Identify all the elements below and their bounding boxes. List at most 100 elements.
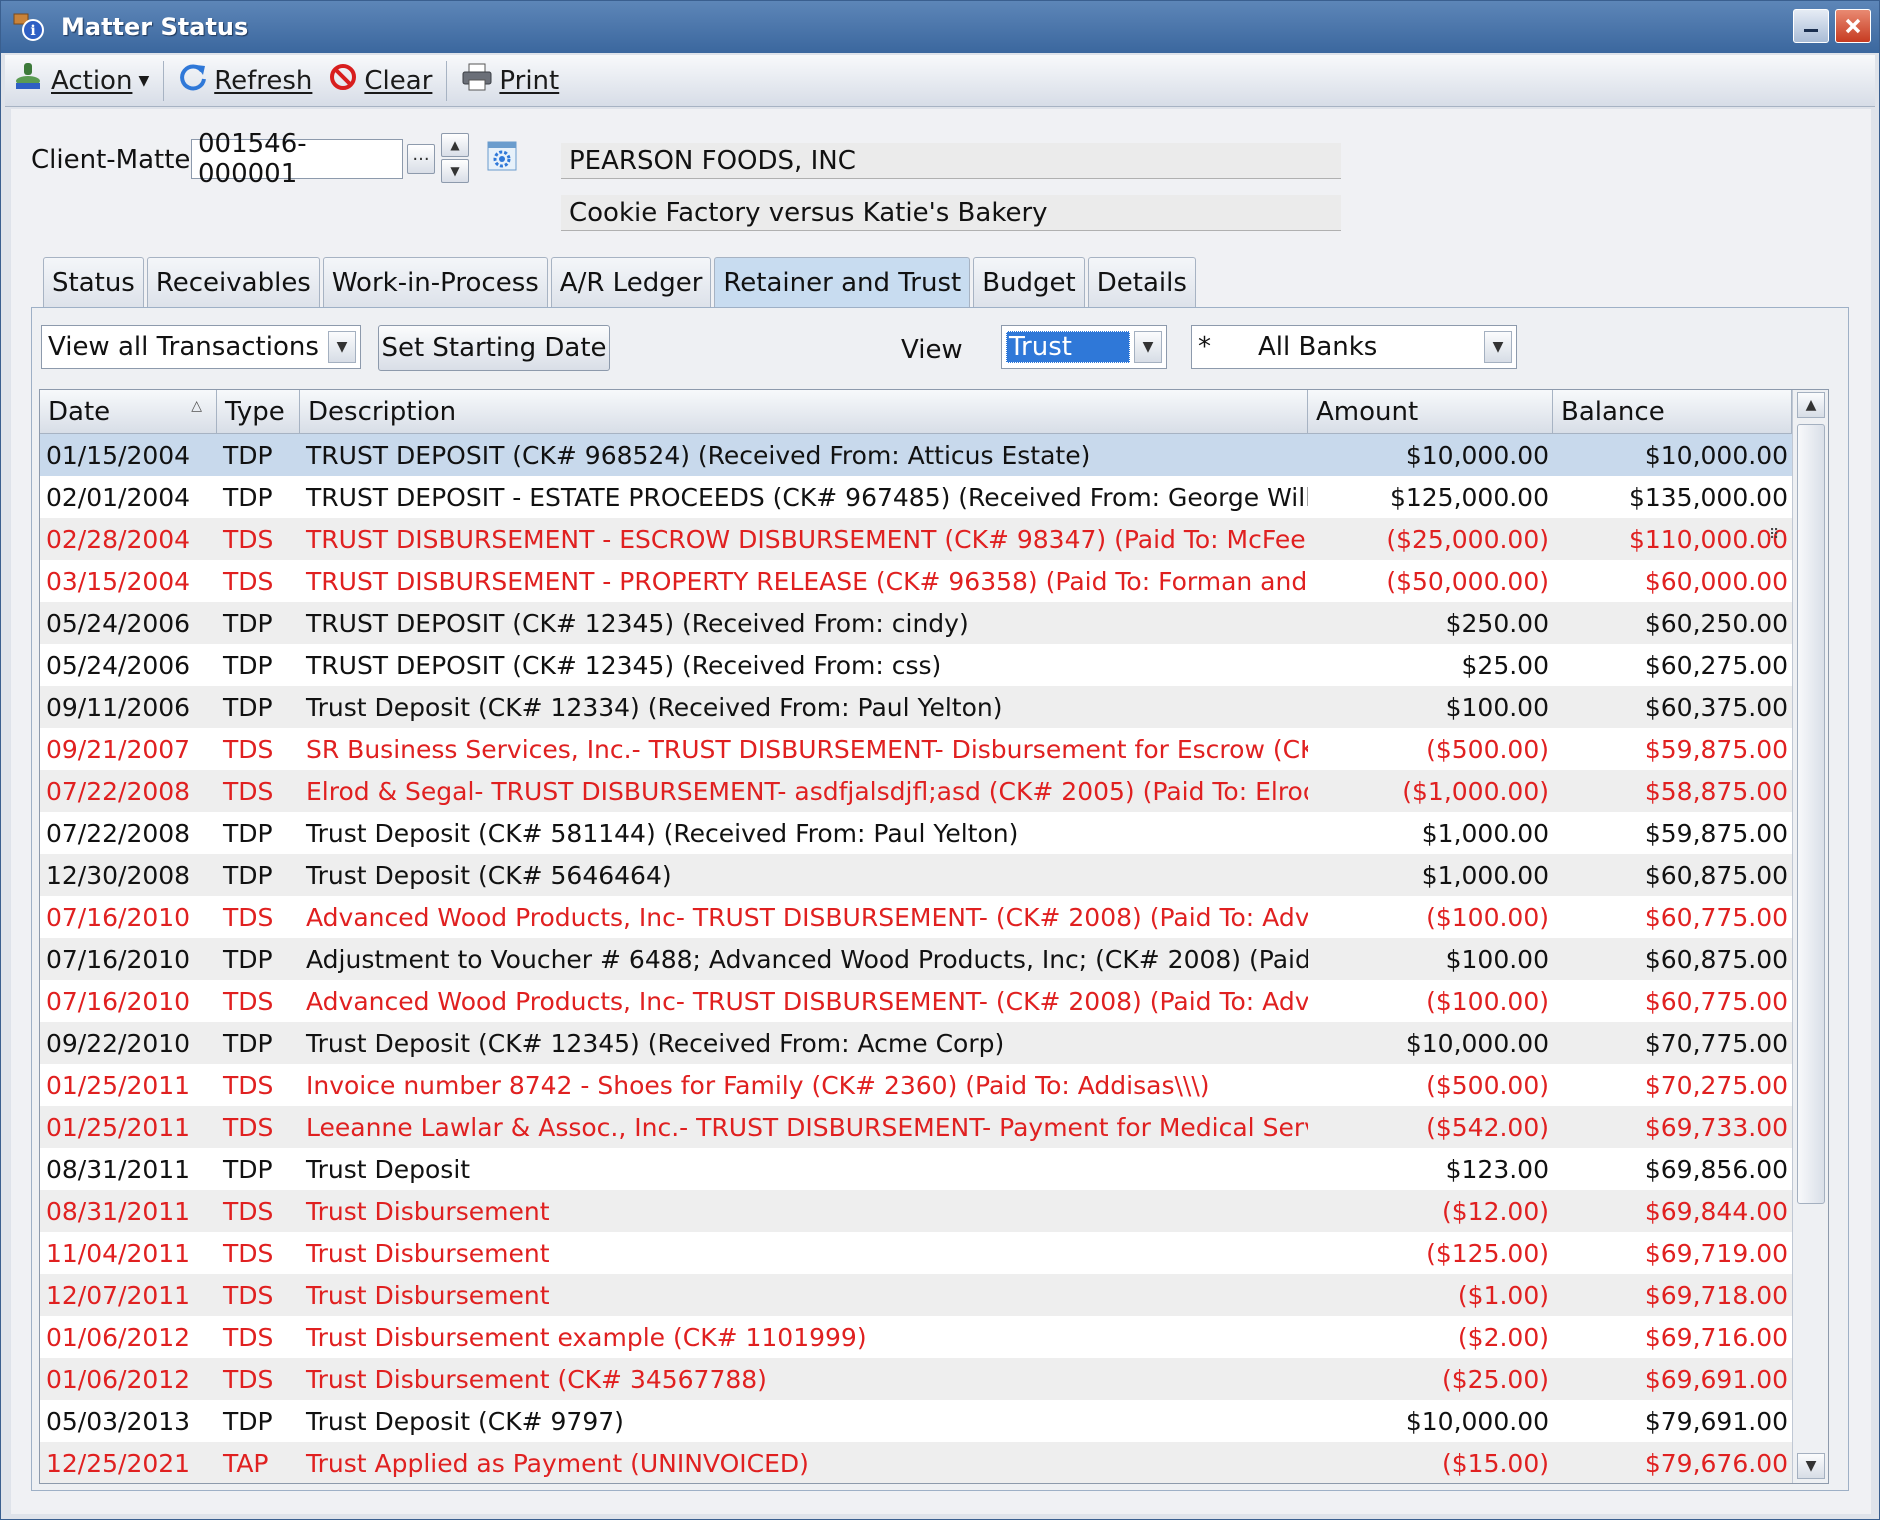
cell-type: TDS: [223, 1364, 274, 1394]
cell-balance: $59,875.00: [1644, 818, 1788, 848]
tab-status[interactable]: Status: [43, 257, 144, 307]
set-starting-date-label: Set Starting Date: [381, 333, 607, 363]
cell-balance: $79,676.00: [1644, 1448, 1788, 1478]
cell-description: Trust Disbursement: [306, 1238, 550, 1268]
cell-type: TDS: [223, 1070, 274, 1100]
table-row[interactable]: 02/28/2004 TDS TRUST DISBURSEMENT - ESCROW…: [40, 518, 1792, 560]
table-row[interactable]: 12/25/2021 TAP Trust Applied as Payment (U…: [40, 1442, 1792, 1483]
table-row[interactable]: 01/06/2012 TDS Trust Disbursement (CK# 345…: [40, 1358, 1792, 1400]
scroll-up-button[interactable]: ▲: [1797, 392, 1825, 418]
chevron-down-icon[interactable]: ▼: [1134, 331, 1162, 363]
cell-date: 09/21/2007: [46, 734, 191, 764]
cell-type: TDS: [223, 902, 274, 932]
table-row[interactable]: 05/24/2006 TDP TRUST DEPOSIT (CK# 12345) (…: [40, 644, 1792, 686]
cell-amount: $1,000.00: [1421, 818, 1549, 848]
cell-date: 08/31/2011: [46, 1154, 191, 1184]
transactions-filter-value: View all Transactions: [48, 332, 319, 362]
spin-down-button[interactable]: ▼: [441, 159, 469, 183]
splitter-grip-icon[interactable]: ⠿: [1769, 527, 1779, 543]
table-row[interactable]: 07/22/2008 TDS Elrod & Segal- TRUST DISBUR…: [40, 770, 1792, 812]
table-row[interactable]: 07/16/2010 TDS Advanced Wood Products, Inc…: [40, 980, 1792, 1022]
cell-balance: $60,000.00: [1644, 566, 1788, 596]
table-row[interactable]: 05/03/2013 TDP Trust Deposit (CK# 9797) $10…: [40, 1400, 1792, 1442]
scroll-down-button[interactable]: ▼: [1797, 1453, 1825, 1479]
table-row[interactable]: 09/21/2007 TDS SR Business Services, Inc.-…: [40, 728, 1792, 770]
client-matter-input[interactable]: 001546-000001: [191, 129, 403, 189]
cell-date: 02/01/2004: [46, 482, 191, 512]
column-header-amount[interactable]: Amount: [1308, 390, 1553, 434]
refresh-icon: [178, 62, 208, 99]
lookup-button[interactable]: ···: [407, 144, 435, 174]
table-row[interactable]: 02/01/2004 TDP TRUST DEPOSIT - ESTATE PROC…: [40, 476, 1792, 518]
table-row[interactable]: 07/22/2008 TDP Trust Deposit (CK# 581144) …: [40, 812, 1792, 854]
cell-type: TDS: [223, 1280, 274, 1310]
tab-label: Work-in-Process: [331, 267, 539, 298]
cell-description: Trust Deposit (CK# 12345) (Received From…: [306, 1028, 1005, 1058]
table-row[interactable]: 12/30/2008 TDP Trust Deposit (CK# 5646464)…: [40, 854, 1792, 896]
cell-description: Elrod & Segal- TRUST DISBURSEMENT- asdfj…: [306, 776, 1308, 806]
table-row[interactable]: 11/04/2011 TDS Trust Disbursement ($125.00)…: [40, 1232, 1792, 1274]
column-header-description[interactable]: Description: [300, 390, 1308, 434]
transactions-grid: Date △ Type Description Amount Balance 0…: [39, 389, 1829, 1484]
set-starting-date-button[interactable]: Set Starting Date: [378, 325, 610, 371]
tab-retainer-and-trust[interactable]: Retainer and Trust: [714, 257, 971, 307]
table-row[interactable]: 01/25/2011 TDS Invoice number 8742 - Shoes…: [40, 1064, 1792, 1106]
close-button[interactable]: [1835, 9, 1871, 43]
matter-description-field: Cookie Factory versus Katie's Bakery: [561, 195, 1341, 231]
table-row[interactable]: 08/31/2011 TDP Trust Deposit $123.00 $69,856…: [40, 1148, 1792, 1190]
title-bar: i Matter Status: [1, 1, 1879, 53]
table-row[interactable]: 09/22/2010 TDP Trust Deposit (CK# 12345) (…: [40, 1022, 1792, 1064]
table-row[interactable]: 01/15/2004 TDP TRUST DEPOSIT (CK# 968524) …: [40, 434, 1792, 476]
cell-type: TDP: [223, 440, 273, 470]
table-row[interactable]: 03/15/2004 TDS TRUST DISBURSEMENT - PROPER…: [40, 560, 1792, 602]
table-row[interactable]: 08/31/2011 TDS Trust Disbursement ($12.00) $…: [40, 1190, 1792, 1232]
cell-amount: ($125.00): [1426, 1238, 1549, 1268]
table-row[interactable]: 07/16/2010 TDP Adjustment to Voucher # 648…: [40, 938, 1792, 980]
tab-receivables[interactable]: Receivables: [146, 257, 320, 307]
table-row[interactable]: 01/25/2011 TDS Leeanne Lawlar & Assoc., In…: [40, 1106, 1792, 1148]
matter-settings-button[interactable]: [485, 141, 519, 175]
view-select-value: Trust: [1006, 331, 1130, 363]
print-button[interactable]: Print: [453, 59, 567, 103]
cell-amount: ($15.00): [1442, 1448, 1549, 1478]
table-row[interactable]: 09/11/2006 TDP Trust Deposit (CK# 12334) (…: [40, 686, 1792, 728]
spin-up-button[interactable]: ▲: [441, 133, 469, 157]
table-row[interactable]: 12/07/2011 TDS Trust Disbursement ($1.00) $6…: [40, 1274, 1792, 1316]
chevron-down-icon[interactable]: ▼: [1484, 331, 1512, 363]
cell-amount: ($2.00): [1457, 1322, 1549, 1352]
transactions-filter-select[interactable]: View all Transactions ▼: [41, 325, 361, 369]
table-row[interactable]: 05/24/2006 TDP TRUST DEPOSIT (CK# 12345) (…: [40, 602, 1792, 644]
cell-description: Trust Deposit (CK# 581144) (Received Fro…: [306, 818, 1019, 848]
column-header-balance[interactable]: Balance: [1553, 390, 1792, 434]
tab-details[interactable]: Details: [1087, 257, 1196, 307]
stamp-icon: [13, 61, 43, 100]
cell-description: Trust Deposit: [306, 1154, 471, 1184]
tab-budget[interactable]: Budget: [973, 257, 1085, 307]
clear-button[interactable]: Clear: [320, 59, 440, 103]
cell-description: SR Business Services, Inc.- TRUST DISBUR…: [306, 734, 1308, 764]
cell-description: TRUST DEPOSIT (CK# 12345) (Received From…: [306, 650, 942, 680]
cell-type: TAP: [223, 1448, 269, 1478]
tab-work-in-process[interactable]: Work-in-Process: [322, 257, 548, 307]
cell-date: 07/16/2010: [46, 944, 191, 974]
cell-date: 12/07/2011: [46, 1280, 191, 1310]
scroll-thumb[interactable]: [1797, 424, 1825, 1204]
cell-balance: $135,000.00: [1628, 482, 1788, 512]
minimize-button[interactable]: [1793, 9, 1829, 43]
cell-date: 03/15/2004: [46, 566, 191, 596]
column-header-type[interactable]: Type: [217, 390, 300, 434]
chevron-down-icon[interactable]: ▼: [328, 331, 356, 363]
table-row[interactable]: 07/16/2010 TDS Advanced Wood Products, Inc…: [40, 896, 1792, 938]
bank-select[interactable]: * All Banks ▼: [1191, 325, 1517, 369]
table-row[interactable]: 01/06/2012 TDS Trust Disbursement example …: [40, 1316, 1792, 1358]
tab-ar-ledger[interactable]: A/R Ledger: [550, 257, 712, 307]
view-select[interactable]: Trust ▼: [1001, 325, 1167, 369]
cell-amount: $25.00: [1461, 650, 1549, 680]
column-header-date[interactable]: Date △: [40, 390, 217, 434]
action-menu-button[interactable]: Action ▼: [5, 59, 157, 103]
chevron-up-icon: ▲: [450, 138, 460, 152]
cell-balance: $110,000.00: [1628, 524, 1788, 554]
cell-amount: ($542.00): [1426, 1112, 1549, 1142]
refresh-button[interactable]: Refresh: [170, 59, 320, 103]
vertical-scrollbar[interactable]: ▲ ▼: [1792, 390, 1828, 1483]
